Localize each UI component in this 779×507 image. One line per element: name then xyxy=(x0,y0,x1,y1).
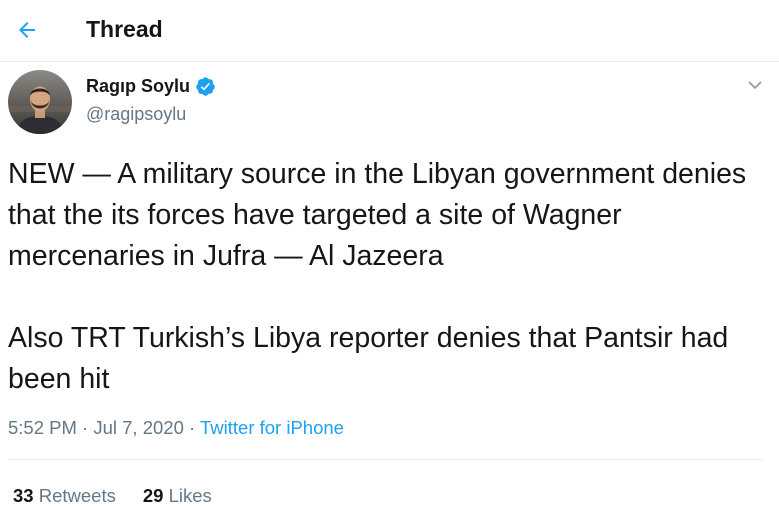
author-display-name: Ragıp Soylu xyxy=(86,76,191,96)
retweets-count: 33 xyxy=(13,485,34,506)
retweets-stat[interactable]: 33 Retweets xyxy=(13,485,116,507)
divider xyxy=(8,459,763,460)
verified-badge-icon xyxy=(196,77,215,96)
page-title: Thread xyxy=(86,16,163,42)
author-handle[interactable]: @ragipsoylu xyxy=(86,104,186,125)
avatar[interactable] xyxy=(8,70,72,134)
separator: · xyxy=(82,417,89,438)
back-button[interactable] xyxy=(8,11,46,49)
tweet-source-link[interactable]: Twitter for iPhone xyxy=(200,417,344,438)
tweet-metadata: 5:52 PM · Jul 7, 2020 · Twitter for iPho… xyxy=(8,417,344,439)
tweet-time[interactable]: 5:52 PM xyxy=(8,417,77,438)
chevron-down-icon xyxy=(748,81,762,90)
likes-stat[interactable]: 29 Likes xyxy=(143,485,212,507)
likes-count: 29 xyxy=(142,485,164,506)
tweet-stats: 33 Retweets 29 Likes xyxy=(13,485,212,507)
tweet-text: NEW — A military source in the Libyan go… xyxy=(8,154,773,400)
author-name[interactable]: Ragıp Soylu xyxy=(86,76,216,97)
tweet-paragraph: NEW — A military source in the Libyan go… xyxy=(8,158,747,272)
tweet-date[interactable]: Jul 7, 2020 xyxy=(93,417,184,438)
arrow-left-icon xyxy=(19,22,35,38)
likes-label: Likes xyxy=(168,485,212,506)
separator: · xyxy=(189,417,196,438)
thread-header: Thread xyxy=(0,0,779,62)
tweet-paragraph: Also TRT Turkish’s Libya reporter denies… xyxy=(8,322,729,395)
tweet-menu-button[interactable] xyxy=(740,70,770,100)
retweets-label: Retweets xyxy=(38,485,116,506)
